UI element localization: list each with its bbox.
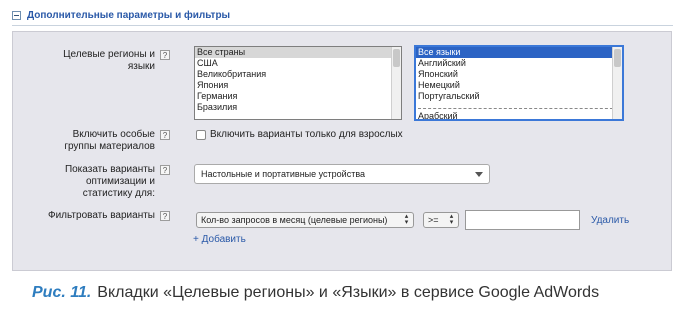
regions-option[interactable]: США [195,58,401,69]
languages-option[interactable]: Все языки [416,47,622,58]
device-select[interactable]: Настольные и портативные устройства [194,164,490,184]
help-icon[interactable]: ? [160,50,170,60]
adult-variants-checkbox[interactable] [196,130,206,140]
regions-option[interactable]: Германия [195,91,401,102]
adult-variants-label[interactable]: Включить варианты только для взрослых [210,129,403,140]
languages-listbox[interactable]: Все языки Английский Японский Немецкий Порту… [414,45,624,121]
filter-operator-value: >= [428,215,439,225]
regions-scrollbar[interactable] [391,47,401,119]
add-filter-link[interactable]: + Добавить [193,234,246,245]
help-icon[interactable]: ? [160,165,170,175]
help-icon[interactable]: ? [160,211,170,221]
list-divider [418,102,618,109]
regions-option[interactable]: Великобритания [195,69,401,80]
help-icon[interactable]: ? [160,130,170,140]
regions-listbox[interactable]: Все страны США Великобритания Япония Германи… [194,46,402,120]
stats-label: Показать варианты оптимизации и статисти… [64,164,155,199]
languages-scrollbar[interactable] [612,47,622,119]
languages-option[interactable]: Португальский [416,91,622,102]
filter-operator-select[interactable]: >= ▴ ▾ [423,212,459,228]
device-select-value: Настольные и портативные устройства [201,169,366,179]
regions-option[interactable]: Бразилия [195,102,401,113]
regions-option[interactable]: Все страны [195,47,401,58]
scrollbar-thumb[interactable] [614,49,621,67]
figure-caption-text: Вкладки «Целевые регионы» и «Языки» в се… [97,284,600,301]
languages-option[interactable]: Английский [416,58,622,69]
section-title[interactable]: Дополнительные параметры и фильтры [27,10,230,21]
filter-label: Фильтровать варианты [47,210,155,221]
filter-metric-value: Кол-во запросов в месяц (целевые регионы… [201,215,388,225]
languages-option[interactable]: Немецкий [416,80,622,91]
languages-list: Все языки Английский Японский Немецкий Порту… [416,47,622,119]
regions-list: Все страны США Великобритания Япония Германи… [195,47,401,113]
filter-value-input[interactable] [465,210,580,230]
updown-arrows-icon: ▴ ▾ [449,213,454,226]
scrollbar-thumb[interactable] [393,49,400,67]
figure-number: Рис. 11. [32,284,92,301]
updown-arrows-icon: ▴ ▾ [404,213,409,226]
chevron-down-icon [475,172,483,177]
figure-caption: Рис. 11. Вкладки «Целевые регионы» и «Язы… [32,284,599,302]
regions-option[interactable]: Япония [195,80,401,91]
section-header[interactable]: Дополнительные параметры и фильтры [12,7,230,23]
delete-filter-link[interactable]: Удалить [591,215,629,226]
special-groups-label: Включить особые группы материалов [64,129,155,152]
settings-panel: Целевые регионы и языки ? Все страны США В… [12,31,672,271]
divider [12,25,673,26]
languages-option[interactable]: Арабский [416,111,622,119]
languages-option[interactable]: Японский [416,69,622,80]
targeting-label: Целевые регионы и языки [63,49,155,72]
filter-metric-select[interactable]: Кол-во запросов в месяц (целевые регионы… [196,212,414,228]
collapse-toggle-icon[interactable] [12,10,21,20]
